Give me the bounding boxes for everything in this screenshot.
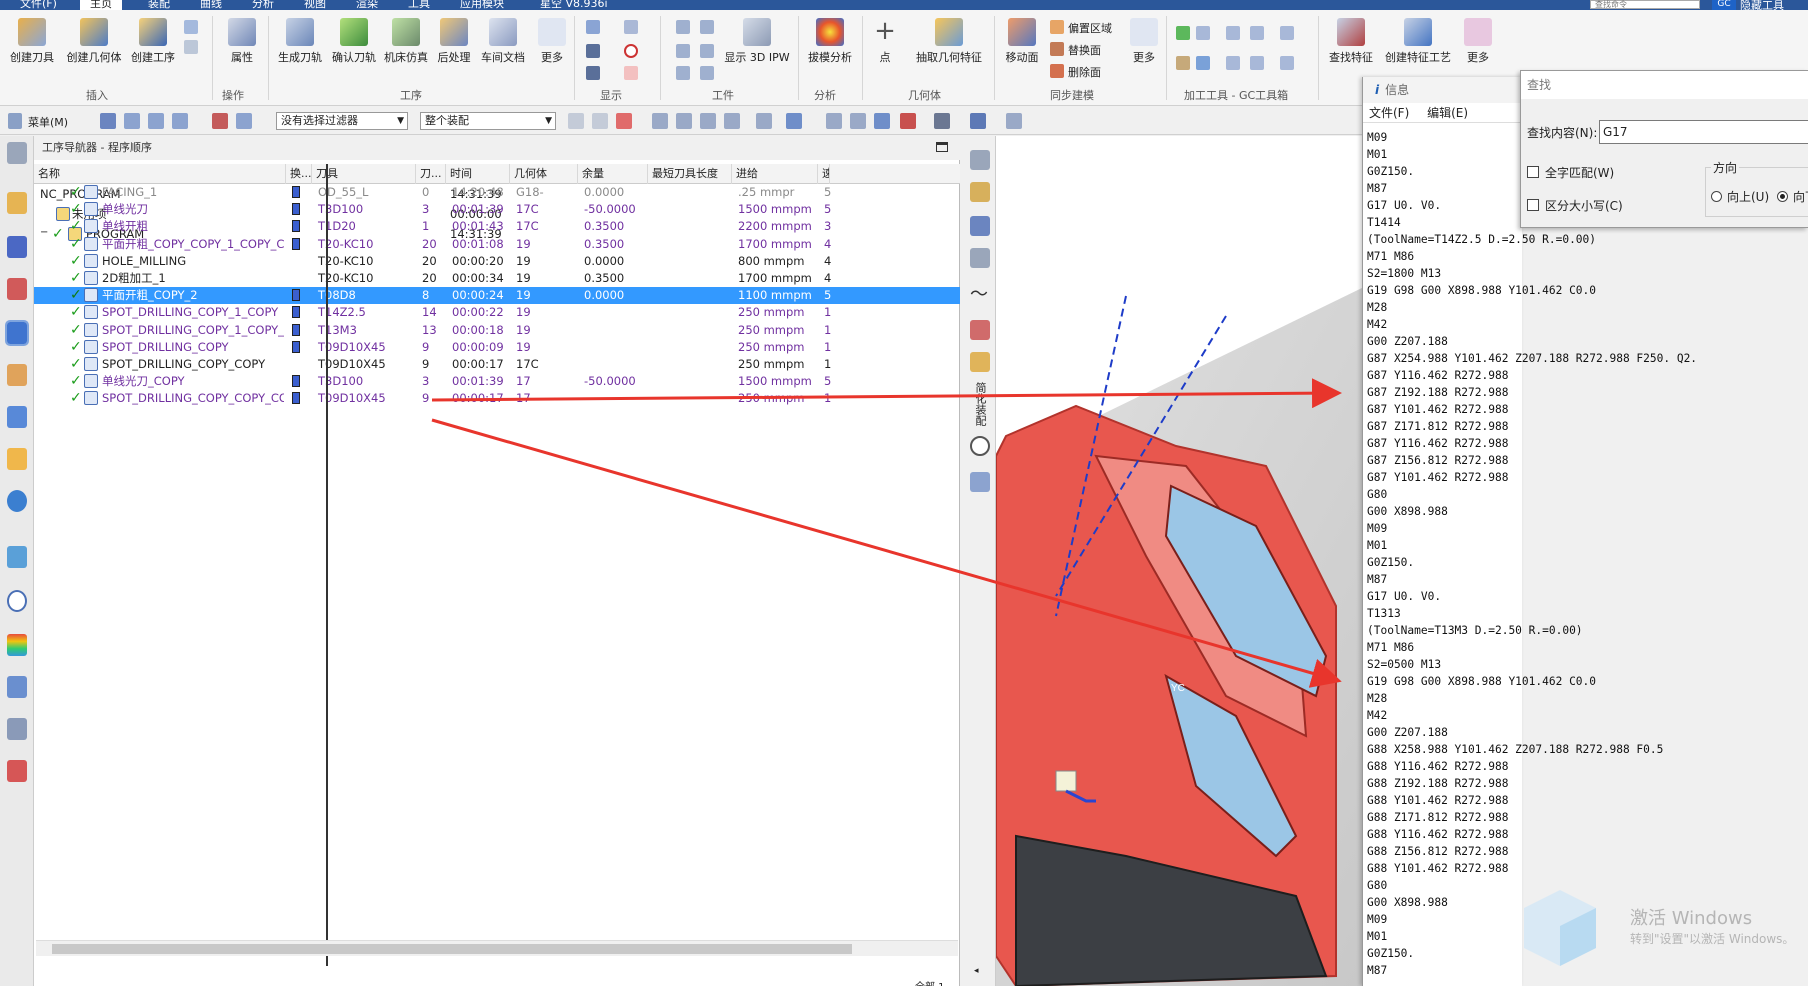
arrow-to-t1313	[431, 418, 1342, 688]
info-window: i 信息 文件(F) 编辑(E) M09 M01 G0Z150. M87 G17 …	[1362, 77, 1697, 986]
find-dialog: 查找 查找内容(N): G17 全字匹配(W) 区分大小写(C) 方向 向上(U…	[1520, 70, 1808, 228]
match-whole-checkbox[interactable]	[1527, 166, 1539, 178]
find-title: 查找	[1521, 71, 1808, 99]
info-menu-edit[interactable]: 编辑(E)	[1427, 106, 1468, 120]
watermark-line2: 转到"设置"以激活 Windows。	[1630, 932, 1795, 946]
cube-icon	[1524, 890, 1596, 966]
info-title: 信息	[1385, 83, 1410, 97]
direction-up-radio[interactable]	[1711, 191, 1722, 202]
match-whole-label: 全字匹配(W)	[1545, 166, 1615, 180]
status-text: 全部 1	[915, 978, 945, 986]
info-menubar: 文件(F) 编辑(E)	[1363, 103, 1523, 123]
info-title-bar: i 信息	[1363, 77, 1523, 103]
direction-label: 方向	[1711, 159, 1740, 176]
find-label: 查找内容(N):	[1527, 126, 1598, 140]
match-case-checkbox[interactable]	[1527, 199, 1539, 211]
direction-down-radio[interactable]	[1777, 191, 1788, 202]
info-icon: i	[1375, 83, 1380, 97]
match-case-label: 区分大小写(C)	[1545, 199, 1623, 213]
direction-down-label: 向下	[1793, 190, 1808, 204]
watermark-line1: 激活 Windows	[1630, 908, 1753, 929]
info-menu-file[interactable]: 文件(F)	[1369, 106, 1409, 120]
arrow-to-t1414	[431, 378, 1342, 409]
nc-code-text[interactable]: M09 M01 G0Z150. M87 G17 U0. V0. T1414 (T…	[1367, 129, 1767, 979]
windows-watermark-logo	[1518, 886, 1602, 970]
direction-up-label: 向上(U)	[1727, 190, 1770, 204]
find-input[interactable]: G17	[1599, 120, 1808, 144]
